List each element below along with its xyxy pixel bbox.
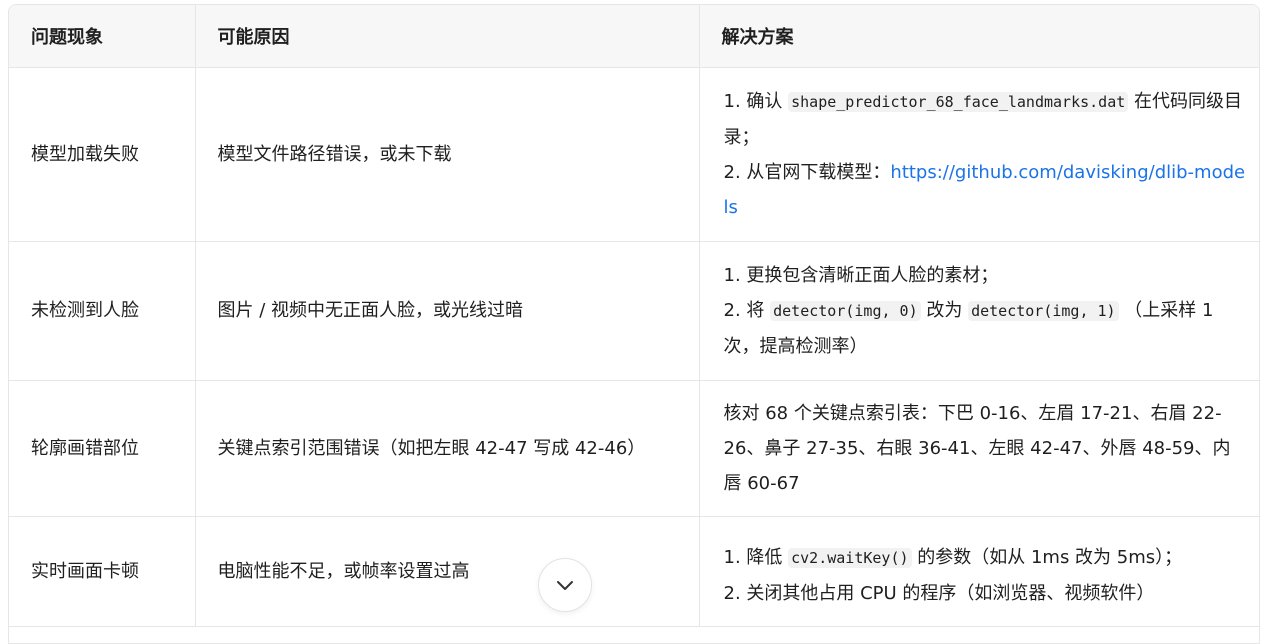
symptom-cell: 轮廓画错部位 [9, 380, 196, 517]
solution-text: 2. 从官网下载模型： [723, 161, 891, 183]
symptom-cell: 未检测到人脸 [9, 241, 196, 381]
solution-text: 1. 确认 [723, 90, 789, 112]
solution-text: 改为 [920, 299, 969, 321]
solution-line: 2. 将 detector(img, 0) 改为 detector(img, 1… [724, 293, 1248, 364]
troubleshooting-table-container: 问题现象 可能原因 解决方案 模型加载失败 模型文件路径错误，或未下载 1. 确… [8, 4, 1260, 644]
cause-cell: 电脑性能不足，或帧率设置过高 [195, 516, 700, 627]
solution-line: 1. 确认 shape_predictor_68_face_landmarks.… [724, 84, 1248, 155]
scroll-down-button[interactable] [538, 558, 592, 612]
solution-cell: 1. 降低 cv2.waitKey() 的参数（如从 1ms 改为 5ms）； … [699, 516, 1259, 627]
header-cause: 可能原因 [195, 5, 700, 68]
symptom-cell: 模型加载失败 [9, 67, 196, 242]
chevron-down-icon [557, 581, 573, 590]
solution-text: 2. 将 [723, 299, 771, 321]
solution-line: 2. 从官网下载模型：https://github.com/davisking/… [724, 155, 1248, 225]
header-symptom: 问题现象 [9, 5, 196, 68]
solution-cell: 1. 更换包含清晰正面人脸的素材； 2. 将 detector(img, 0) … [699, 241, 1259, 381]
table-row: 未检测到人脸 图片 / 视频中无正面人脸，或光线过暗 1. 更换包含清晰正面人脸… [9, 241, 1259, 381]
table-header-row: 问题现象 可能原因 解决方案 [9, 5, 1259, 68]
table-row: 轮廓画错部位 关键点索引范围错误（如把左眼 42-47 写成 42-46） 核对… [9, 380, 1259, 517]
solution-cell: 1. 确认 shape_predictor_68_face_landmarks.… [699, 67, 1259, 242]
troubleshooting-table: 问题现象 可能原因 解决方案 模型加载失败 模型文件路径错误，或未下载 1. 确… [9, 5, 1259, 627]
solution-text: 的参数（如从 1ms 改为 5ms）； [911, 546, 1183, 568]
header-solution: 解决方案 [699, 5, 1259, 68]
solution-line: 2. 关闭其他占用 CPU 的程序（如浏览器、视频软件） [723, 582, 1155, 604]
solution-line: 1. 更换包含清晰正面人脸的素材； [723, 264, 999, 286]
solution-cell: 核对 68 个关键点索引表：下巴 0-16、左眉 17-21、右眉 22-26、… [699, 380, 1259, 517]
cause-cell: 图片 / 视频中无正面人脸，或光线过暗 [195, 241, 700, 381]
inline-code: shape_predictor_68_face_landmarks.dat [788, 91, 1129, 112]
cause-cell: 模型文件路径错误，或未下载 [195, 67, 700, 242]
inline-code: cv2.waitKey() [788, 547, 912, 568]
solution-text: 1. 降低 [723, 546, 789, 568]
inline-code: detector(img, 0) [770, 300, 921, 321]
table-row: 实时画面卡顿 电脑性能不足，或帧率设置过高 1. 降低 cv2.waitKey(… [9, 516, 1259, 627]
solution-line: 1. 降低 cv2.waitKey() 的参数（如从 1ms 改为 5ms）； [724, 540, 1248, 576]
cause-cell: 关键点索引范围错误（如把左眼 42-47 写成 42-46） [195, 380, 700, 517]
symptom-cell: 实时画面卡顿 [9, 516, 196, 627]
table-row: 模型加载失败 模型文件路径错误，或未下载 1. 确认 shape_predict… [9, 67, 1259, 242]
inline-code: detector(img, 1) [968, 300, 1119, 321]
